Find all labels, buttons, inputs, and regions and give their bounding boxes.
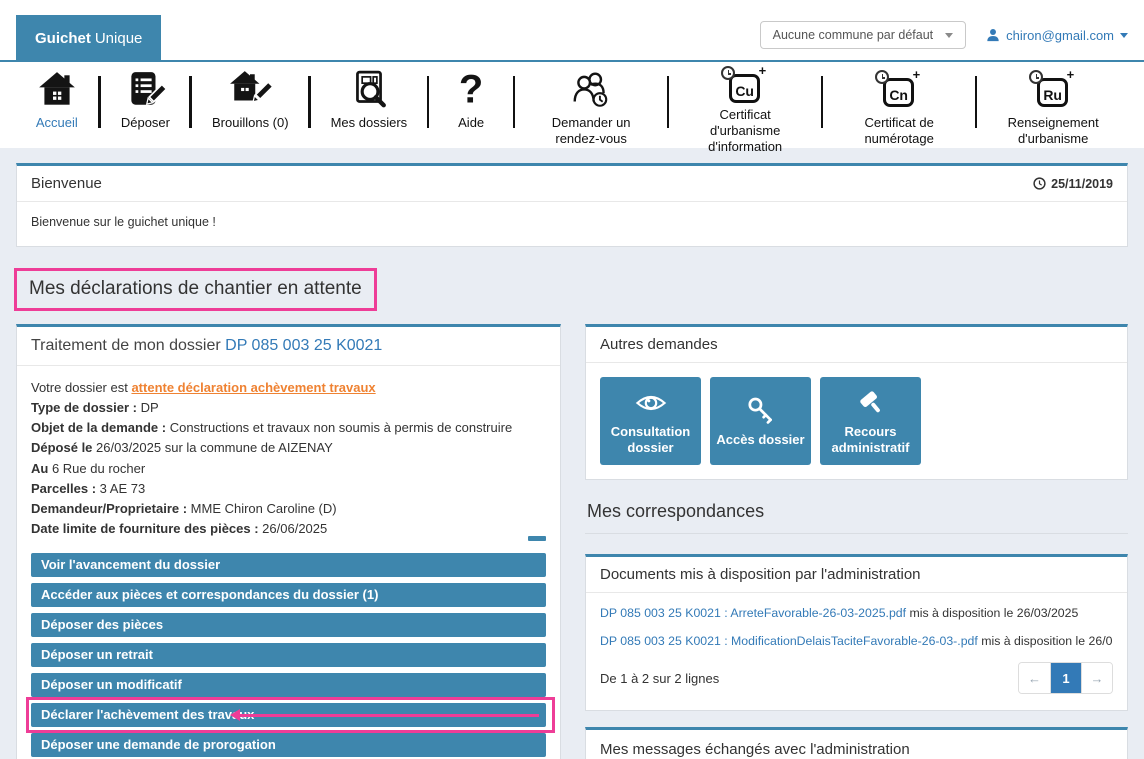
plus-icon: + <box>913 67 921 82</box>
main-navigation: + Accueil + Déposer <box>0 62 1144 148</box>
dossier-field: Objet de la demande : Constructions et t… <box>31 418 546 438</box>
dossier-panel: Traitement de mon dossier DP 085 003 25 … <box>16 324 561 759</box>
pagination-next-button[interactable]: → <box>1081 663 1112 693</box>
pagination-page-1[interactable]: 1 <box>1050 663 1081 693</box>
document-search-icon <box>347 69 391 111</box>
commune-select[interactable]: Aucune commune par défaut <box>760 21 967 49</box>
nav-item-brouillons[interactable]: + Brouillons (0) <box>191 68 310 148</box>
nav-item-mes-dossiers[interactable]: + Mes dossiers <box>310 68 429 148</box>
tile-recours-administratif[interactable]: Recours administratif <box>820 377 921 465</box>
dossier-field: Déposé le 26/03/2025 sur la commune de A… <box>31 438 546 458</box>
nav-item-certificat-urbanisme-information[interactable]: Cu + Certificat d'urbanisme d'informatio… <box>668 68 822 148</box>
document-link[interactable]: DP 085 003 25 K0021 : ModificationDelais… <box>600 634 978 648</box>
nav-item-label: Certificat de numérotage <box>843 115 955 147</box>
dossier-panel-header: Traitement de mon dossier DP 085 003 25 … <box>17 327 560 366</box>
document-pencil-icon <box>123 69 167 111</box>
messages-panel-title: Mes messages échangés avec l'administrat… <box>586 730 1127 759</box>
dossier-status-line: Votre dossier est attente déclaration ac… <box>31 378 546 398</box>
eye-icon <box>632 387 670 419</box>
clock-icon <box>1033 177 1046 190</box>
action-voir-avancement[interactable]: Voir l'avancement du dossier <box>31 553 546 577</box>
cu-certificate-icon: Cu + <box>729 74 761 104</box>
house-pencil-icon <box>228 69 272 111</box>
pagination-prev-button[interactable]: ← <box>1019 663 1050 693</box>
logo-text: Unique <box>95 30 143 47</box>
document-row: DP 085 003 25 K0021 : ModificationDelais… <box>600 634 1113 648</box>
dossier-field: Date limite de fourniture des pièces : 2… <box>31 519 546 539</box>
documents-count-label: De 1 à 2 sur 2 lignes <box>600 671 719 686</box>
guichet-unique-page: Guichet Unique Aucune commune par défaut… <box>0 0 1144 759</box>
annotation-arrow <box>239 714 539 717</box>
user-icon <box>986 28 1000 42</box>
nav-item-label: Certificat d'urbanisme d'information <box>689 107 801 155</box>
documents-panel: Documents mis à disposition par l'admini… <box>585 554 1128 711</box>
key-icon <box>742 395 780 427</box>
plus-icon: + <box>759 63 767 78</box>
cn-certificate-icon: Cn + <box>883 78 915 108</box>
document-row: DP 085 003 25 K0021 : ArreteFavorable-26… <box>600 606 1113 620</box>
collapse-toggle[interactable] <box>528 536 546 541</box>
app-logo[interactable]: Guichet Unique <box>16 15 161 62</box>
action-deposer-pieces[interactable]: Déposer des pièces <box>31 613 546 637</box>
welcome-date: 25/11/2019 <box>1033 177 1113 191</box>
chevron-down-icon <box>945 33 953 38</box>
dossier-status-link[interactable]: attente déclaration achèvement travaux <box>131 380 375 395</box>
nav-item-label: Accueil <box>36 115 78 131</box>
tile-acces-dossier[interactable]: Accès dossier <box>710 377 811 465</box>
nav-item-label: Brouillons (0) <box>212 115 289 131</box>
autres-demandes-title: Autres demandes <box>586 327 1127 363</box>
correspondances-title: Mes correspondances <box>585 501 1128 534</box>
home-icon <box>35 69 79 111</box>
messages-panel: Mes messages échangés avec l'administrat… <box>585 727 1128 759</box>
ru-certificate-icon: Ru + <box>1037 78 1069 108</box>
dossier-field: Demandeur/Proprietaire : MME Chiron Caro… <box>31 499 546 519</box>
documents-panel-title: Documents mis à disposition par l'admini… <box>586 557 1127 593</box>
nav-item-label: Aide <box>458 115 484 131</box>
document-link[interactable]: DP 085 003 25 K0021 : ArreteFavorable-26… <box>600 606 906 620</box>
nav-item-label: Déposer <box>121 115 170 131</box>
user-email: chiron@gmail.com <box>1006 28 1114 43</box>
section-title-declarations-chantier: Mes déclarations de chantier en attente <box>14 268 377 311</box>
plus-icon: + <box>1067 67 1075 82</box>
action-acceder-pieces[interactable]: Accéder aux pièces et correspondances du… <box>31 583 546 607</box>
welcome-title: Bienvenue <box>31 175 102 192</box>
nav-item-label: Mes dossiers <box>331 115 408 131</box>
nav-item-renseignement-urbanisme[interactable]: Ru + Renseignement d'urbanisme <box>976 68 1130 148</box>
top-bar: Guichet Unique Aucune commune par défaut… <box>0 0 1144 62</box>
people-clock-icon <box>569 69 613 111</box>
autres-demandes-panel: Autres demandes Consultation dossier Acc… <box>585 324 1128 480</box>
question-mark-icon <box>449 69 493 111</box>
nav-item-label: Demander un rendez-vous <box>535 115 647 147</box>
pagination: ← 1 → <box>1018 662 1113 694</box>
action-demande-prorogation[interactable]: Déposer une demande de prorogation <box>31 733 546 757</box>
nav-item-accueil[interactable]: + Accueil <box>14 68 100 148</box>
chevron-down-icon <box>1120 33 1128 38</box>
nav-item-rendez-vous[interactable]: + Demander un rendez-vous <box>514 68 668 148</box>
logo-text-bold: Guichet <box>35 30 91 47</box>
dossier-number-link[interactable]: DP 085 003 25 K0021 <box>225 337 382 354</box>
commune-select-value: Aucune commune par défaut <box>773 28 934 42</box>
tile-consultation-dossier[interactable]: Consultation dossier <box>600 377 701 465</box>
nav-item-deposer[interactable]: + Déposer <box>100 68 191 148</box>
action-deposer-modificatif[interactable]: Déposer un modificatif <box>31 673 546 697</box>
action-deposer-retrait[interactable]: Déposer un retrait <box>31 643 546 667</box>
welcome-panel: Bienvenue 25/11/2019 Bienvenue sur le gu… <box>16 163 1128 247</box>
nav-item-aide[interactable]: + Aide <box>428 68 514 148</box>
welcome-message: Bienvenue sur le guichet unique ! <box>17 202 1127 246</box>
nav-item-certificat-numerotage[interactable]: Cn + Certificat de numérotage <box>822 68 976 148</box>
dossier-field: Au 6 Rue du rocher <box>31 459 546 479</box>
dossier-field: Parcelles : 3 AE 73 <box>31 479 546 499</box>
gavel-icon <box>852 387 890 419</box>
user-menu[interactable]: chiron@gmail.com <box>986 28 1128 43</box>
nav-item-label: Renseignement d'urbanisme <box>997 115 1109 147</box>
dossier-field: Type de dossier : DP <box>31 398 546 418</box>
